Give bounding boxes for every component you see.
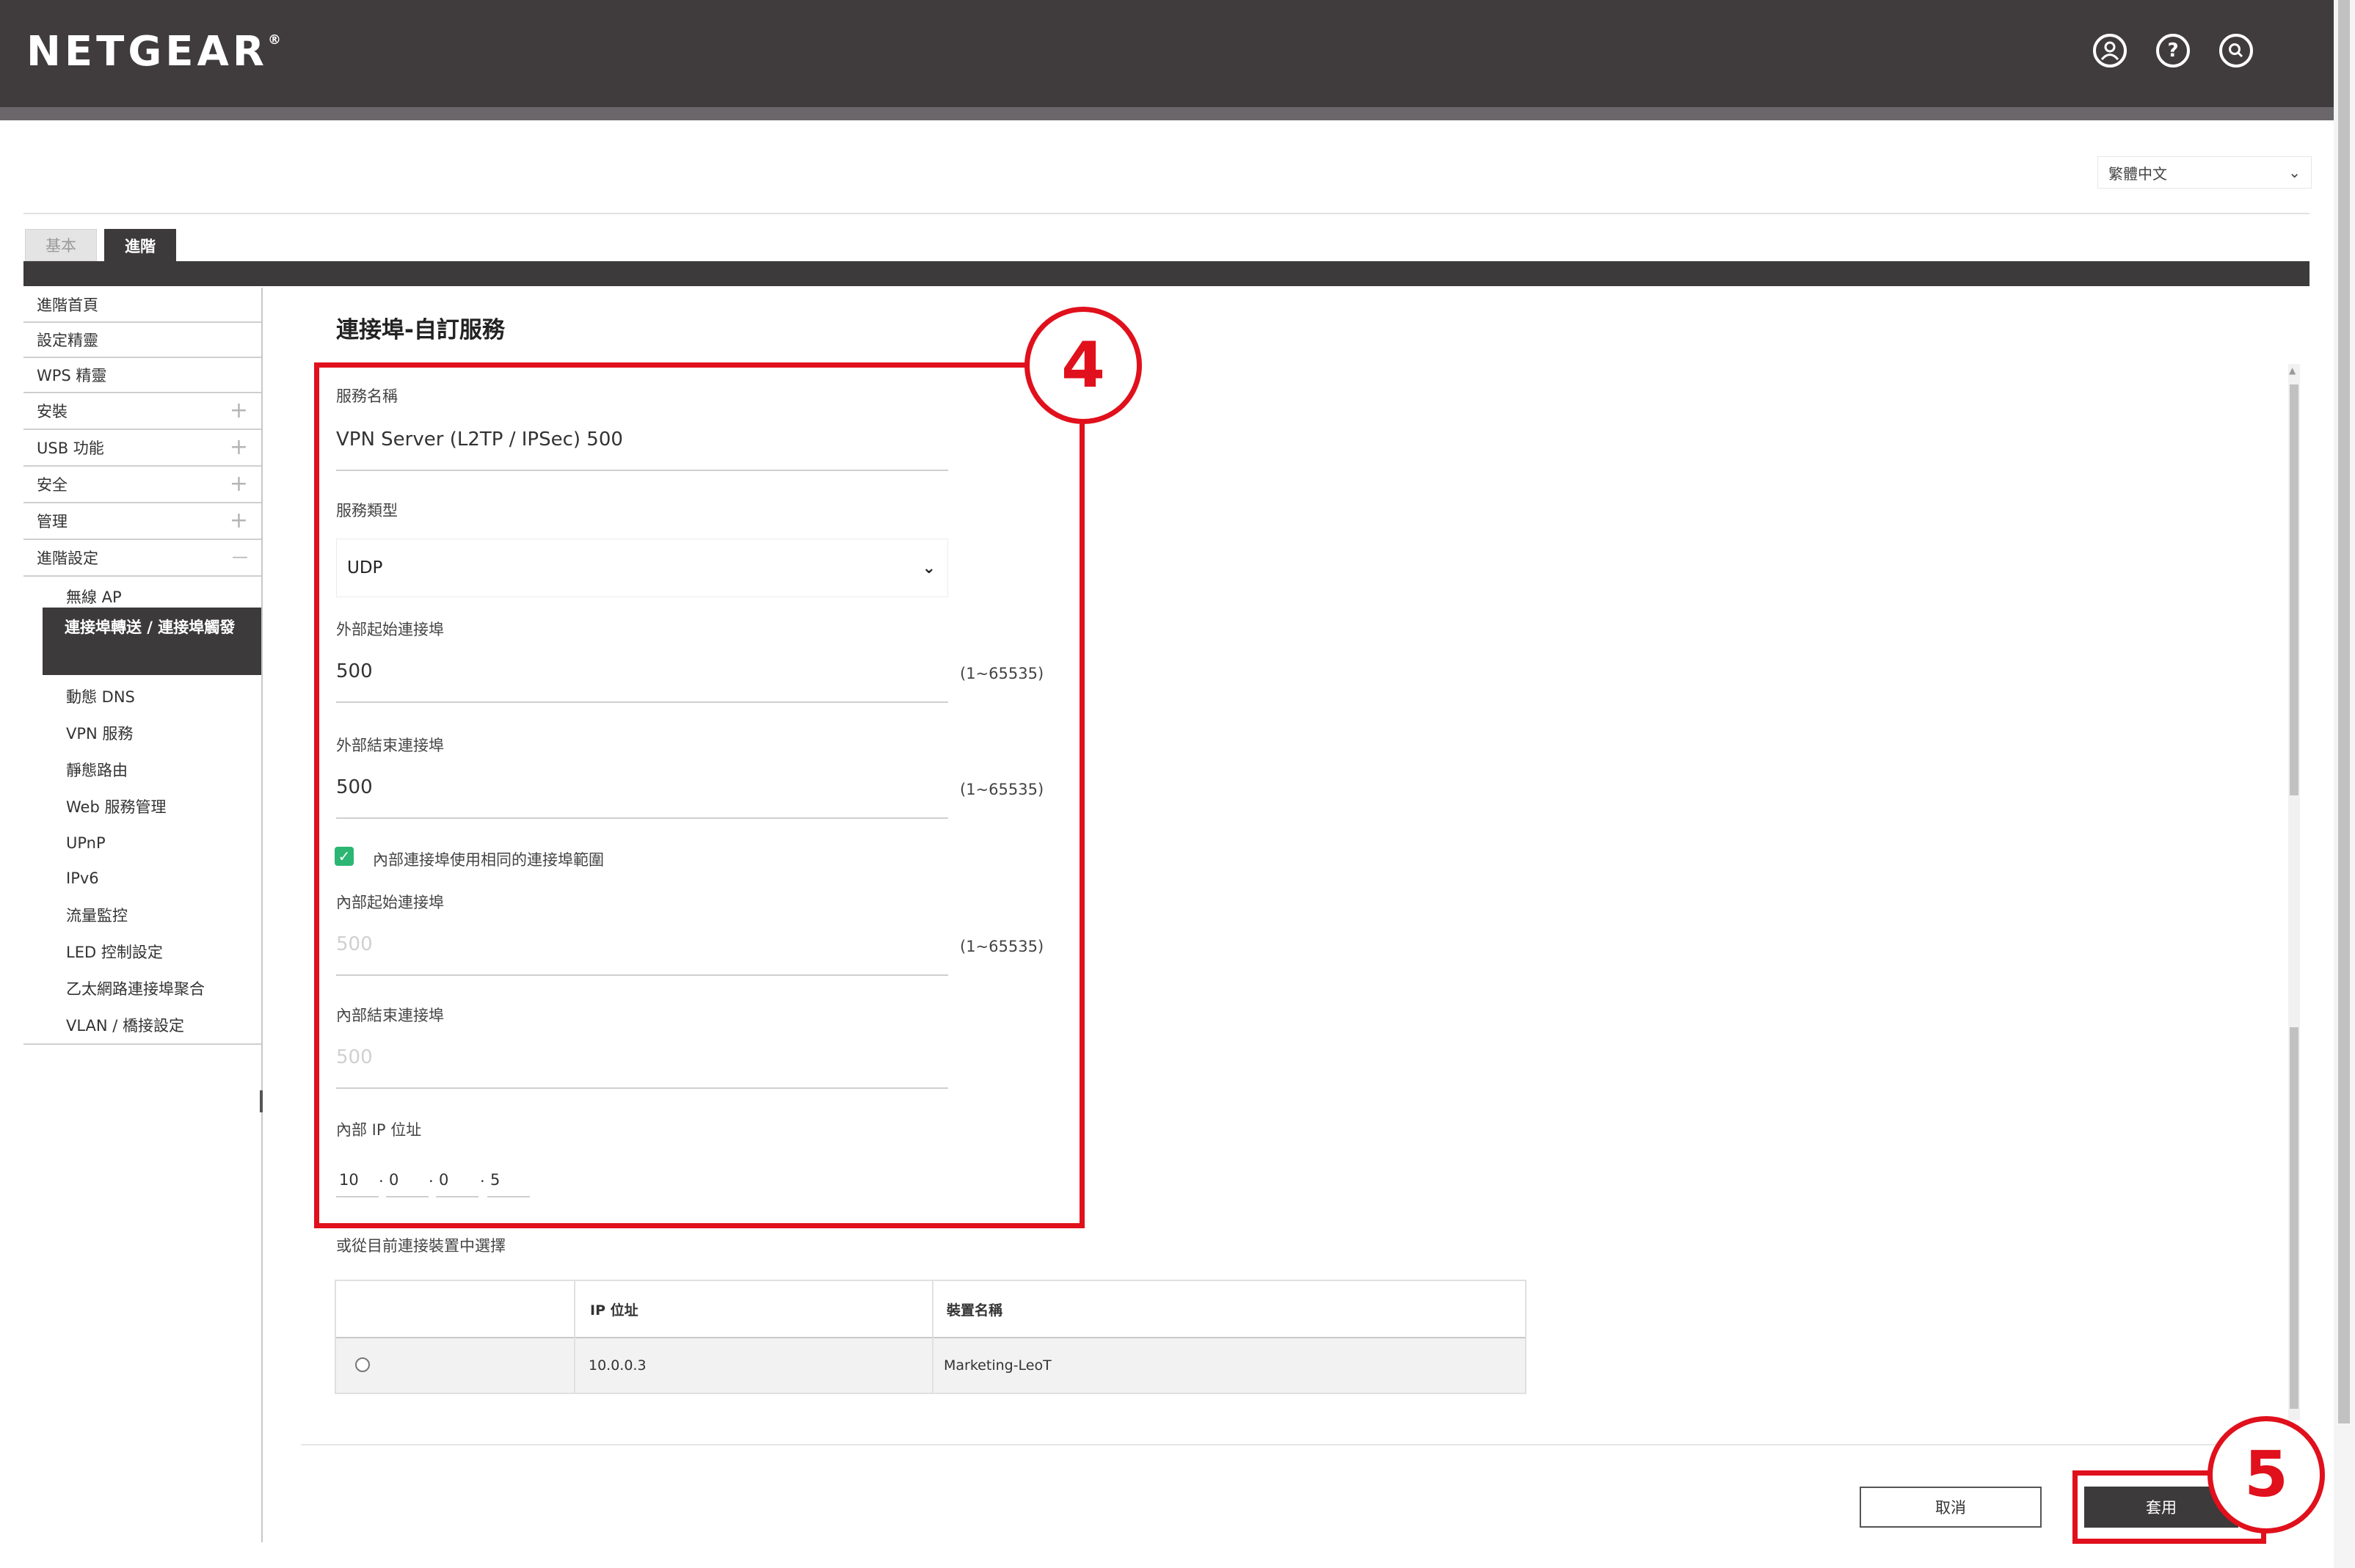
sidebar-item-label: 安全 [37, 476, 68, 494]
scroll-up-arrow-icon[interactable]: ▲ [2289, 365, 2299, 376]
tab-basic[interactable]: 基本 [25, 229, 97, 261]
cancel-button[interactable]: 取消 [1860, 1487, 2042, 1528]
annotation-step-badge: 5 [2207, 1416, 2325, 1534]
sidebar-item-label: 進階首頁 [37, 296, 98, 314]
column-separator [932, 1281, 933, 1393]
sidebar-sub-port-forwarding[interactable]: 連接埠轉送 / 連接埠觸發 [43, 608, 261, 675]
brand-mark: ® [268, 32, 281, 48]
sidebar-sub-vlan-bridge[interactable]: VLAN / 橋接設定 [66, 1008, 184, 1042]
device-table: IP 位址 裝置名稱 10.0.0.3 Marketing-LeoT [335, 1280, 1526, 1394]
user-icon[interactable] [2093, 34, 2127, 68]
sidebar-item-security[interactable]: 安全 + [23, 467, 261, 503]
sidebar-sub-dynamic-dns[interactable]: 動態 DNS [66, 679, 135, 713]
brand-text: NETGEAR [26, 28, 268, 76]
table-header-ip: IP 位址 [590, 1302, 638, 1319]
help-icon[interactable]: ? [2156, 34, 2190, 68]
select-device-label: 或從目前連接裝置中選擇 [336, 1237, 506, 1255]
sidebar-item-wps-wizard[interactable]: WPS 精靈 [23, 358, 261, 393]
sidebar-item-usb[interactable]: USB 功能 + [23, 430, 261, 467]
content-scrollbar-thumb[interactable] [2290, 1027, 2298, 1409]
divider [23, 213, 2309, 214]
page-title: 連接埠-自訂服務 [336, 317, 505, 343]
sidebar-item-label: USB 功能 [37, 440, 104, 457]
plus-icon: + [229, 434, 248, 460]
tab-bar [23, 261, 2309, 286]
sidebar-sub-static-routes[interactable]: 靜態路由 [66, 753, 128, 787]
sidebar-item-label: 設定精靈 [37, 332, 98, 349]
plus-icon: + [229, 471, 248, 497]
sidebar-sub-led-control[interactable]: LED 控制設定 [66, 935, 163, 969]
chevron-down-icon: ⌄ [2288, 164, 2301, 181]
device-ip-cell: 10.0.0.3 [589, 1357, 647, 1374]
table-row[interactable] [336, 1338, 1525, 1393]
tab-advanced[interactable]: 進階 [104, 229, 176, 263]
sidebar-item-admin[interactable]: 管理 + [23, 503, 261, 540]
device-name-cell: Marketing-LeoT [944, 1357, 1052, 1374]
sidebar-sub-vpn-service[interactable]: VPN 服務 [66, 716, 133, 750]
sidebar-item-label: 進階設定 [37, 550, 98, 567]
sidebar-item-setup[interactable]: 安裝 + [23, 393, 261, 430]
footer-divider [301, 1444, 2282, 1445]
sidebar-sub-web-services[interactable]: Web 服務管理 [66, 790, 166, 823]
content-scrollbar-thumb[interactable] [2290, 384, 2298, 795]
sidebar-sub-traffic-meter[interactable]: 流量監控 [66, 898, 128, 932]
sidebar-item-label: 管理 [37, 513, 68, 530]
annotation-highlight-box [314, 362, 1085, 1228]
netgear-logo: NETGEAR® [26, 28, 281, 76]
language-selected-value: 繁體中文 [2108, 164, 2167, 183]
sidebar-item-label: 安裝 [37, 403, 68, 420]
sidebar-item-advanced-setup[interactable]: 進階設定 — [23, 540, 261, 577]
table-header-divider [336, 1337, 1525, 1338]
sidebar-sub-ipv6[interactable]: IPv6 [66, 861, 99, 895]
table-header-device-name: 裝置名稱 [947, 1302, 1003, 1319]
sidebar-item-setup-wizard[interactable]: 設定精靈 [23, 323, 261, 358]
annotation-step-badge: 4 [1024, 307, 1142, 424]
plus-icon: + [229, 398, 248, 423]
header-shadow-strip [0, 107, 2334, 120]
language-select[interactable]: 繁體中文 ⌄ [2097, 156, 2312, 189]
minus-icon: — [232, 548, 248, 566]
top-header-bar [0, 0, 2334, 107]
column-separator [574, 1281, 575, 1393]
sidebar-resize-handle[interactable] [260, 1090, 263, 1112]
plus-icon: + [229, 508, 248, 533]
page-scrollbar-thumb[interactable] [2338, 0, 2350, 1423]
sidebar-item-advanced-home[interactable]: 進階首頁 [23, 288, 261, 323]
sidebar-sub-ethernet-aggregation[interactable]: 乙太網路連接埠聚合 [66, 971, 205, 1005]
divider [23, 1043, 261, 1045]
search-icon[interactable] [2219, 34, 2253, 68]
sidebar-item-label: WPS 精靈 [37, 367, 107, 384]
sidebar-sub-upnp[interactable]: UPnP [66, 826, 106, 860]
sidebar-nav: 進階首頁 設定精靈 WPS 精靈 安裝 + USB 功能 + 安全 + 管理 + 進階設… [23, 288, 263, 1542]
device-radio[interactable] [355, 1357, 370, 1372]
table-header-select [336, 1281, 574, 1337]
